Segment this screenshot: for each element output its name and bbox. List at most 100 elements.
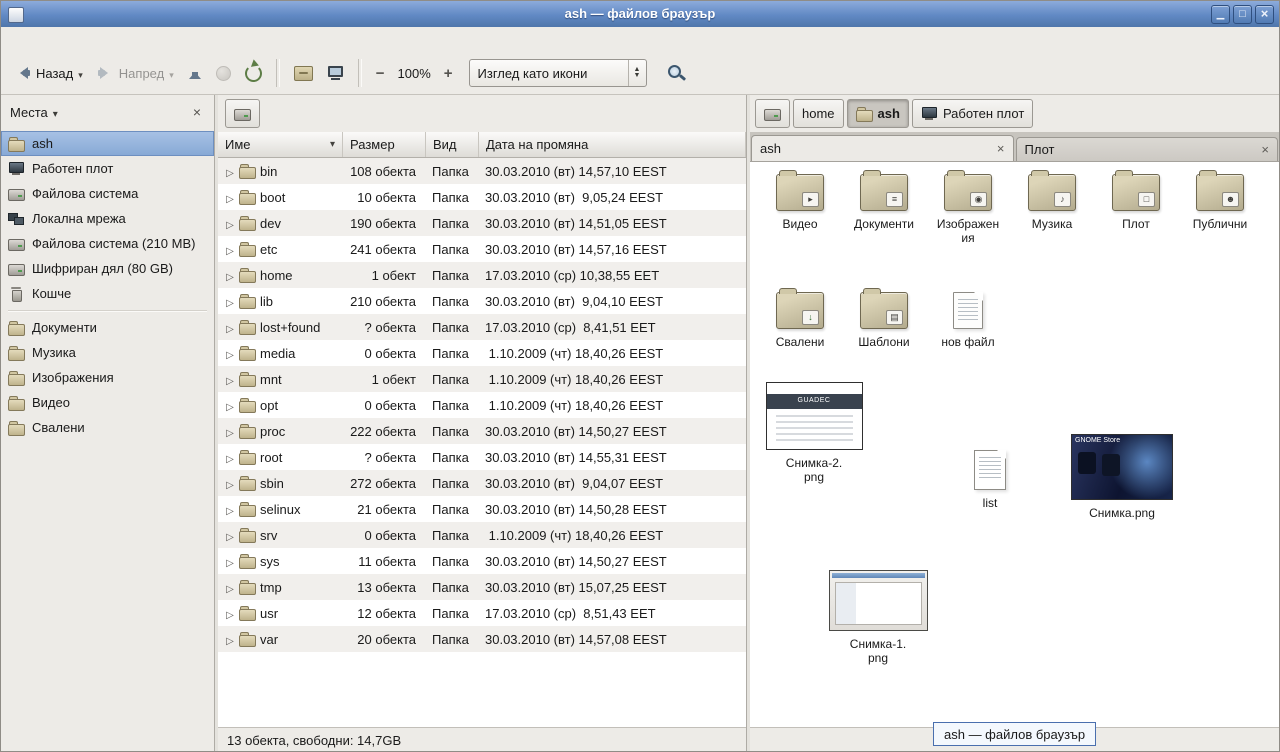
table-row[interactable]: srv 0 обекта Папка 1.10.2009 (чт) 18,40,… <box>218 522 746 548</box>
icon-item[interactable]: Свалени <box>758 292 842 349</box>
icon-item[interactable]: нов файл <box>926 292 1010 349</box>
table-row[interactable]: home 1 обект Папка 17.03.2010 (ср) 10,38… <box>218 262 746 288</box>
sidebar-item[interactable]: Видео <box>1 390 214 415</box>
expander-icon[interactable] <box>225 554 235 569</box>
table-row[interactable]: boot 10 обекта Папка 30.03.2010 (вт) 9,0… <box>218 184 746 210</box>
column-header[interactable]: Вид <box>426 132 479 157</box>
sidebar-item[interactable]: Локална мрежа <box>1 206 214 231</box>
expander-icon[interactable] <box>225 606 235 621</box>
chevron-down-icon[interactable] <box>53 105 58 120</box>
file-date: 30.03.2010 (вт) 9,05,24 EEST <box>479 190 746 205</box>
zoom-in-button[interactable]: + <box>438 63 459 84</box>
table-row[interactable]: mnt 1 обект Папка 1.10.2009 (чт) 18,40,2… <box>218 366 746 392</box>
table-row[interactable]: var 20 обекта Папка 30.03.2010 (вт) 14,5… <box>218 626 746 652</box>
table-row[interactable]: selinux 21 обекта Папка 30.03.2010 (вт) … <box>218 496 746 522</box>
sidebar-item[interactable]: Документи <box>1 315 214 340</box>
expander-icon[interactable] <box>225 268 235 283</box>
expander-icon[interactable] <box>225 528 235 543</box>
sidebar-item[interactable]: Шифриран дял (80 GB) <box>1 256 214 281</box>
chevron-down-icon[interactable] <box>78 66 83 81</box>
icon-item[interactable]: Плот <box>1094 174 1178 245</box>
table-row[interactable]: opt 0 обекта Папка 1.10.2009 (чт) 18,40,… <box>218 392 746 418</box>
icon-item[interactable]: Шаблони <box>842 292 926 349</box>
table-row[interactable]: etc 241 обекта Папка 30.03.2010 (вт) 14,… <box>218 236 746 262</box>
icon-item[interactable]: Публични <box>1178 174 1262 245</box>
pathbar-button[interactable]: Работен плот <box>912 99 1033 128</box>
view-mode-select[interactable]: Изглед като икони <box>469 59 647 87</box>
window-button[interactable] <box>1255 5 1274 24</box>
file-item[interactable]: Снимка-1.png <box>824 570 932 665</box>
close-icon[interactable] <box>1261 142 1269 157</box>
table-row[interactable]: tmp 13 обекта Папка 30.03.2010 (вт) 15,0… <box>218 574 746 600</box>
menubar-item[interactable] <box>94 37 112 43</box>
column-header[interactable]: Размер <box>343 132 426 157</box>
stop-button[interactable] <box>210 62 237 85</box>
expander-icon[interactable] <box>225 424 235 439</box>
reload-button[interactable] <box>239 61 268 86</box>
icon-item[interactable]: Музика <box>1010 174 1094 245</box>
expander-icon[interactable] <box>225 164 235 179</box>
sidebar-item[interactable]: Изображения <box>1 365 214 390</box>
table-row[interactable]: lost+found ? обекта Папка 17.03.2010 (ср… <box>218 314 746 340</box>
pathbar-button[interactable]: ash <box>847 99 909 128</box>
menubar-item[interactable] <box>22 37 40 43</box>
table-row[interactable]: usr 12 обекта Папка 17.03.2010 (ср) 8,51… <box>218 600 746 626</box>
expander-icon[interactable] <box>225 580 235 595</box>
sidebar-item[interactable]: Свалени <box>1 415 214 440</box>
expander-icon[interactable] <box>225 502 235 517</box>
back-button[interactable]: Назад <box>8 62 89 85</box>
table-row[interactable]: proc 222 обекта Папка 30.03.2010 (вт) 14… <box>218 418 746 444</box>
home-folder-button[interactable] <box>288 62 319 85</box>
sidebar-item[interactable]: Файлова система (210 MB) <box>1 231 214 256</box>
window-button[interactable] <box>1233 5 1252 24</box>
table-row[interactable]: root ? обекта Папка 30.03.2010 (вт) 14,5… <box>218 444 746 470</box>
table-row[interactable]: sbin 272 обекта Папка 30.03.2010 (вт) 9,… <box>218 470 746 496</box>
tab[interactable]: Плот <box>1016 137 1279 161</box>
sidebar-item[interactable]: Работен плот <box>1 156 214 181</box>
file-item[interactable]: GUADEC Снимка-2.png <box>762 382 866 484</box>
expander-icon[interactable] <box>225 398 235 413</box>
menubar-item[interactable] <box>40 37 58 43</box>
sidebar-close-icon[interactable] <box>189 104 205 120</box>
menubar-item[interactable] <box>58 37 76 43</box>
sidebar-item[interactable]: Файлова система <box>1 181 214 206</box>
file-item[interactable]: GNOME Store Снимка.png <box>1066 434 1178 520</box>
tab[interactable]: ash <box>751 135 1014 161</box>
computer-button[interactable] <box>321 62 350 84</box>
search-button[interactable] <box>661 60 691 86</box>
expander-icon[interactable] <box>225 320 235 335</box>
forward-button[interactable]: Напред <box>91 62 180 85</box>
icon-item[interactable]: Документи <box>842 174 926 245</box>
expander-icon[interactable] <box>225 476 235 491</box>
expander-icon[interactable] <box>225 242 235 257</box>
file-item[interactable]: list <box>956 450 1024 510</box>
expander-icon[interactable] <box>225 450 235 465</box>
table-row[interactable]: lib 210 обекта Папка 30.03.2010 (вт) 9,0… <box>218 288 746 314</box>
column-header[interactable]: Дата на промяна <box>479 132 746 157</box>
expander-icon[interactable] <box>225 294 235 309</box>
root-crumb-button[interactable] <box>225 99 260 128</box>
up-button[interactable] <box>182 62 208 84</box>
menubar-item[interactable] <box>4 37 22 43</box>
sidebar-item[interactable]: Музика <box>1 340 214 365</box>
table-row[interactable]: sys 11 обекта Папка 30.03.2010 (вт) 14,5… <box>218 548 746 574</box>
expander-icon[interactable] <box>225 346 235 361</box>
table-row[interactable]: media 0 обекта Папка 1.10.2009 (чт) 18,4… <box>218 340 746 366</box>
sidebar-item[interactable]: Кошче <box>1 281 214 306</box>
table-row[interactable]: dev 190 обекта Папка 30.03.2010 (вт) 14,… <box>218 210 746 236</box>
zoom-out-button[interactable]: − <box>370 63 391 84</box>
expander-icon[interactable] <box>225 216 235 231</box>
pathbar-button[interactable] <box>755 99 790 128</box>
icon-item[interactable]: Изображения <box>926 174 1010 245</box>
expander-icon[interactable] <box>225 372 235 387</box>
pathbar-button[interactable]: home <box>793 99 844 128</box>
icon-item[interactable]: Видео <box>758 174 842 245</box>
sidebar-item[interactable]: ash <box>1 131 214 156</box>
close-icon[interactable] <box>997 141 1005 156</box>
window-button[interactable] <box>1211 5 1230 24</box>
expander-icon[interactable] <box>225 190 235 205</box>
column-header[interactable]: Име <box>218 132 343 157</box>
table-row[interactable]: bin 108 обекта Папка 30.03.2010 (вт) 14,… <box>218 158 746 184</box>
expander-icon[interactable] <box>225 632 235 647</box>
menubar-item[interactable] <box>76 37 94 43</box>
